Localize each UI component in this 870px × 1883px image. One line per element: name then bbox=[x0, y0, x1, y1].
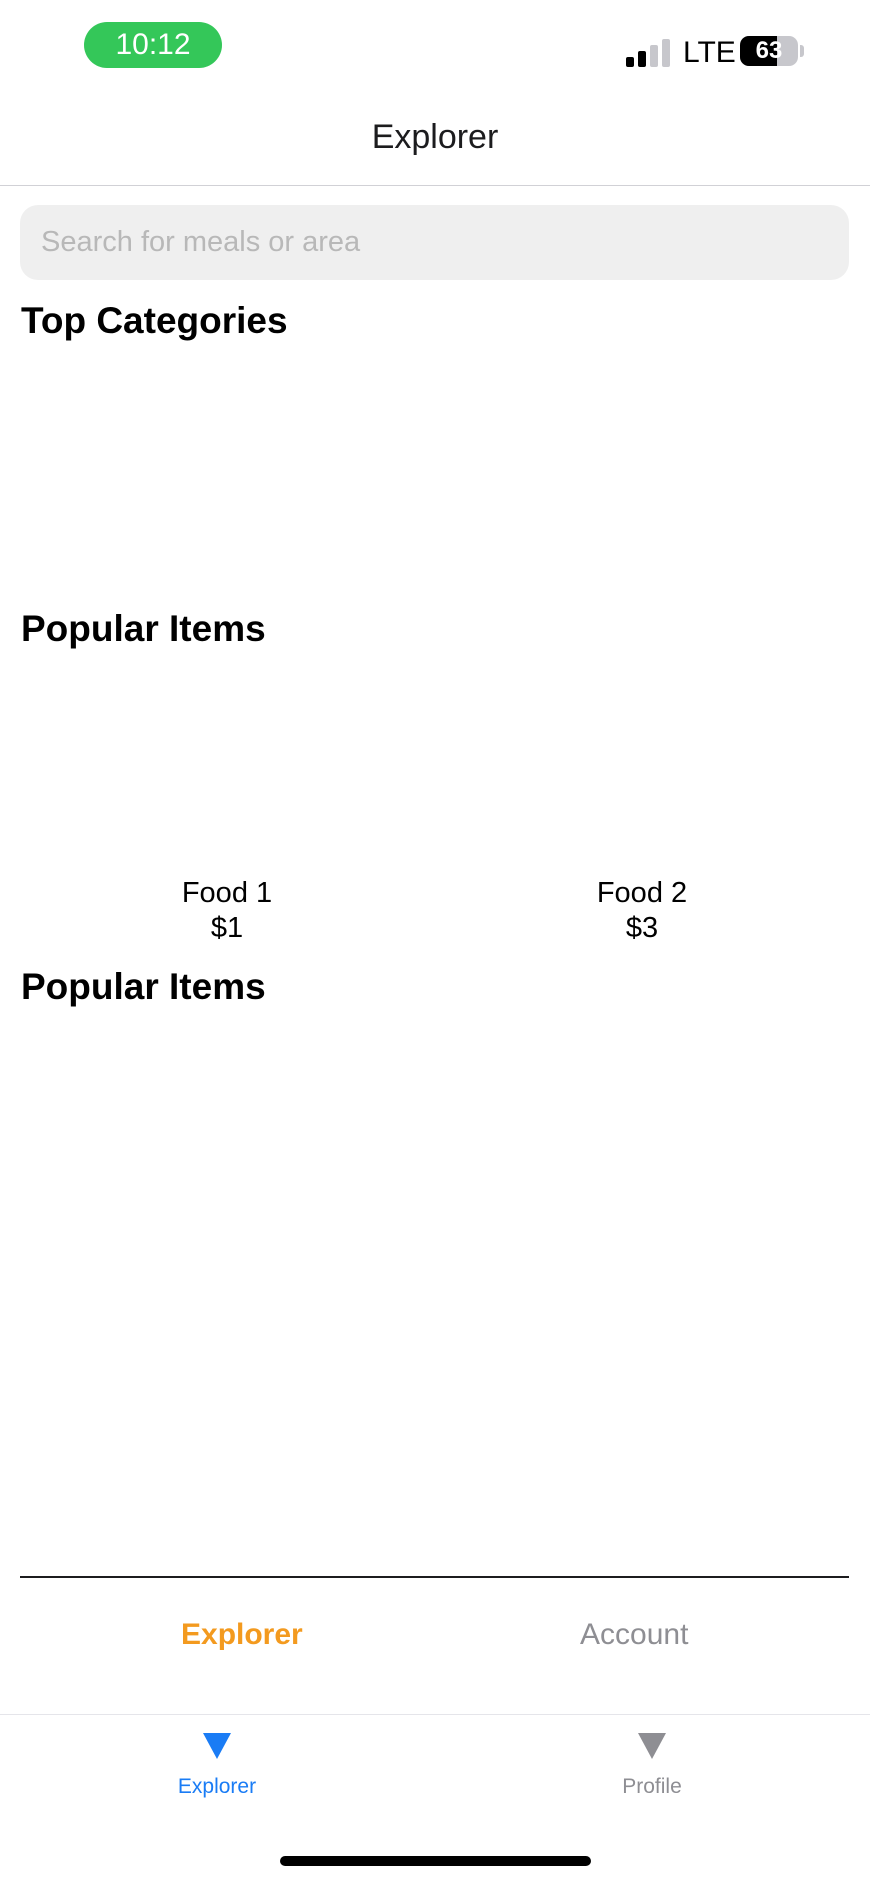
top-categories-list bbox=[20, 350, 849, 590]
top-categories-title: Top Categories bbox=[21, 300, 288, 341]
food-price: $3 bbox=[625, 912, 659, 944]
food-name: Food 1 bbox=[181, 877, 273, 909]
food-card-2[interactable]: Food 2 $3 bbox=[492, 876, 792, 946]
food-name: Food 2 bbox=[596, 877, 688, 909]
header-divider bbox=[0, 185, 870, 186]
page-title: Explorer bbox=[371, 118, 499, 156]
home-indicator bbox=[280, 1856, 591, 1866]
search-input[interactable] bbox=[20, 205, 849, 280]
food-card-1[interactable]: Food 1 $1 bbox=[77, 876, 377, 946]
battery-nub bbox=[800, 45, 804, 57]
tab-account[interactable]: Account bbox=[580, 1618, 688, 1652]
tabbar-divider bbox=[0, 1714, 870, 1715]
tabbar-label-explorer: Explorer bbox=[177, 1775, 257, 1798]
popular-items-title: Popular Items bbox=[21, 608, 266, 649]
triangle-down-icon bbox=[638, 1733, 666, 1759]
tab-explorer[interactable]: Explorer bbox=[181, 1618, 303, 1652]
food-price: $1 bbox=[210, 912, 244, 944]
inner-tab-divider bbox=[20, 1576, 849, 1578]
battery-percent: 63 bbox=[755, 37, 783, 64]
tabbar-item-profile[interactable]: Profile bbox=[552, 1733, 752, 1799]
triangle-down-icon bbox=[203, 1733, 231, 1759]
popular-items-title-2: Popular Items bbox=[21, 966, 266, 1007]
tabbar-item-explorer[interactable]: Explorer bbox=[117, 1733, 317, 1799]
battery-icon: 63 bbox=[740, 36, 798, 66]
signal-icon bbox=[626, 37, 672, 67]
status-time: 10:12 bbox=[84, 22, 222, 68]
tabbar-label-profile: Profile bbox=[622, 1775, 682, 1798]
network-type: LTE bbox=[683, 36, 736, 69]
